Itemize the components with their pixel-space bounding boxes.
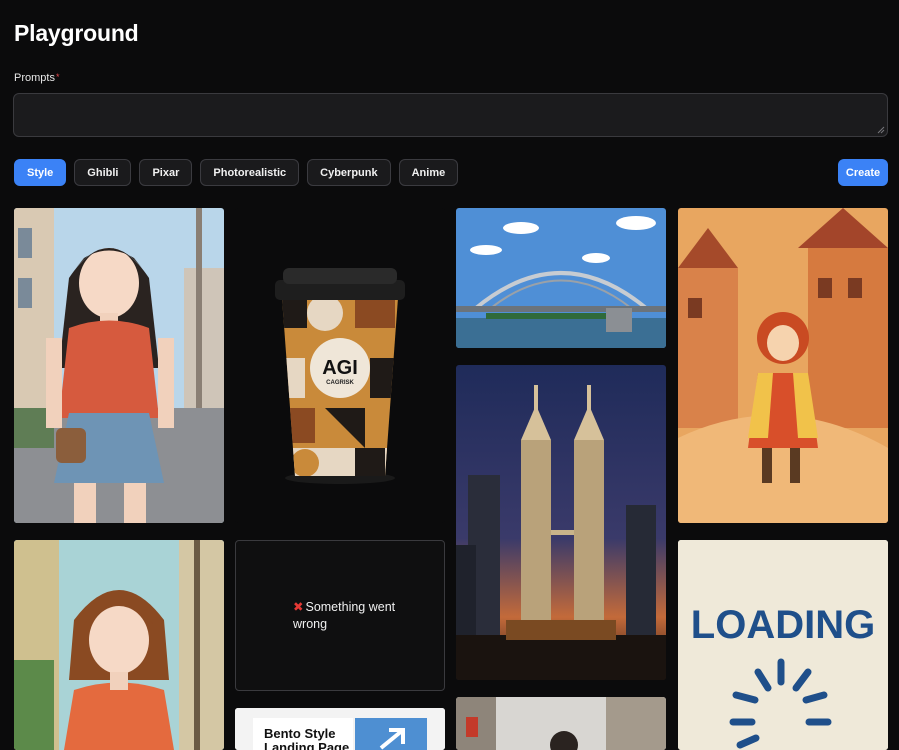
resize-handle-icon[interactable]: [877, 126, 885, 134]
style-chip-group: Style Ghibli Pixar Photorealistic Cyberp…: [14, 159, 459, 186]
required-mark: *: [55, 72, 60, 82]
bridge-photo: [456, 208, 666, 348]
chip-cyberpunk[interactable]: Cyberpunk: [307, 159, 391, 186]
playground-page: Playground Prompts* Style Ghibli Pixar P…: [0, 0, 899, 750]
bento-text: Bento Style Landing Page: [264, 727, 349, 750]
chip-photorealistic[interactable]: Photorealistic: [200, 159, 300, 186]
prompts-label: Prompts*: [14, 72, 59, 84]
error-message-text: Something went wrong: [293, 600, 396, 631]
coffee-cup-illustration: AGI CAGRISK: [275, 268, 405, 484]
gallery-image-coffee-cup[interactable]: AGI CAGRISK: [235, 208, 445, 523]
gallery-image-loading[interactable]: LOADING: [678, 540, 888, 750]
gallery-image-bridge[interactable]: [456, 208, 666, 348]
cup-sub-text: CAGRISK: [326, 380, 354, 386]
prompts-label-text: Prompts: [14, 72, 55, 84]
gallery-image-twin-towers[interactable]: [456, 365, 666, 680]
bento-line-2: Landing Page: [264, 740, 350, 750]
storybook-illustration: [678, 208, 888, 523]
chip-pixar[interactable]: Pixar: [139, 159, 193, 186]
gallery-image-ghibli-girl[interactable]: [14, 540, 224, 750]
chip-ghibli[interactable]: Ghibli: [74, 159, 132, 186]
gallery-error-card: ✖ Something went wrong: [235, 540, 445, 691]
gallery-image-street[interactable]: [456, 697, 666, 750]
x-mark-icon: ✖: [293, 600, 304, 614]
error-message: ✖ Something went wrong: [293, 599, 403, 633]
ghibli-girl-illustration: [14, 540, 224, 750]
chip-style[interactable]: Style: [14, 159, 67, 186]
prompt-input[interactable]: [13, 93, 888, 137]
gallery-image-bento[interactable]: Bento Style Landing Page: [235, 708, 445, 750]
twin-towers-photo: [456, 365, 666, 680]
street-photo: [456, 697, 666, 750]
page-title: Playground: [14, 20, 139, 46]
anime-girl-illustration: [14, 208, 224, 523]
gallery-image-storybook-girl[interactable]: [678, 208, 888, 523]
loading-text: LOADING: [691, 603, 875, 647]
create-button[interactable]: Create: [838, 159, 888, 186]
loading-painting: LOADING: [678, 540, 888, 750]
chip-anime[interactable]: Anime: [398, 159, 459, 186]
gallery-image-anime-girl[interactable]: [14, 208, 224, 523]
bento-line-1: Bento Style: [264, 726, 336, 741]
cup-brand-text: AGI: [322, 357, 358, 379]
